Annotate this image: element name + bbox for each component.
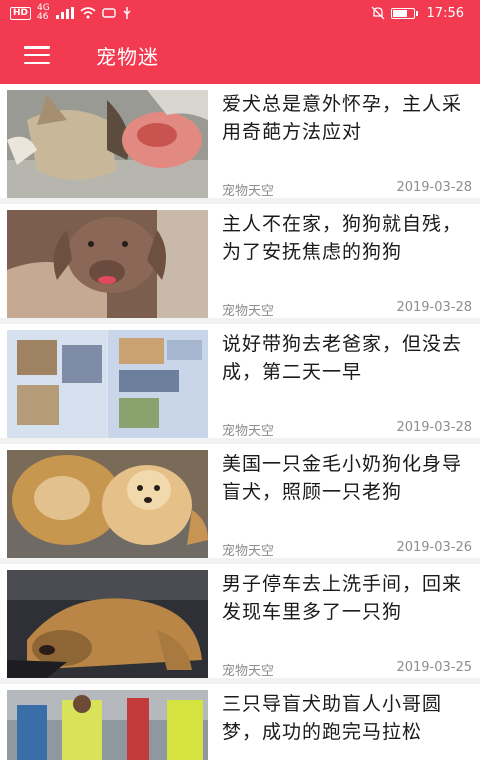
article-card[interactable]: 男子停车去上洗手间，回来发现车里多了一只狗 宠物天空 2019-03-25 (0, 564, 480, 679)
article-source: 宠物天空 (222, 664, 275, 679)
app-title: 宠物迷 (96, 44, 159, 69)
article-title: 爱犬总是意外怀孕，主人采用奇葩方法应对 (222, 93, 463, 143)
battery-fill (392, 9, 408, 17)
article-date: 2019-03-28 (396, 300, 472, 315)
article-date: 2019-03-26 (396, 540, 472, 555)
sync-icon (102, 8, 116, 18)
battery-icon (390, 7, 418, 19)
article-list[interactable]: 爱犬总是意外怀孕，主人采用奇葩方法应对 宠物天空 2019-03-28 主人不在… (0, 84, 480, 760)
hd-badge: HD (10, 6, 32, 20)
article-card[interactable]: 三只导盲犬助盲人小哥圆梦，成功的跑完马拉松 (0, 684, 480, 760)
article-title: 说好带狗去老爸家，但没去成，第二天一早 (222, 333, 463, 383)
wifi-icon (80, 7, 96, 19)
usb-icon (123, 7, 131, 19)
network-type: 4G 46 (37, 4, 50, 22)
article-source: 宠物天空 (222, 424, 275, 439)
article-card[interactable]: 说好带狗去老爸家，但没去成，第二天一早 宠物天空 2019-03-28 (0, 324, 480, 439)
article-date: 2019-03-25 (396, 660, 472, 675)
article-thumbnail (7, 690, 208, 760)
article-title: 三只导盲犬助盲人小哥圆梦，成功的跑完马拉松 (222, 693, 443, 743)
status-bar: HD 4G 46 17:56 (0, 0, 480, 26)
article-thumbnail (7, 450, 208, 558)
article-date: 2019-03-28 (396, 420, 472, 435)
article-title: 男子停车去上洗手间，回来发现车里多了一只狗 (222, 573, 463, 623)
article-card[interactable]: 爱犬总是意外怀孕，主人采用奇葩方法应对 宠物天空 2019-03-28 (0, 84, 480, 199)
article-source: 宠物天空 (222, 544, 275, 559)
article-title: 美国一只金毛小奶狗化身导盲犬，照顾一只老狗 (222, 453, 463, 503)
app-bar: 宠物迷 (0, 26, 480, 84)
article-thumbnail (7, 90, 208, 198)
article-thumbnail (7, 210, 208, 318)
signal-icon (55, 7, 74, 19)
hamburger-menu-icon[interactable] (24, 46, 50, 64)
article-card[interactable]: 美国一只金毛小奶狗化身导盲犬，照顾一只老狗 宠物天空 2019-03-26 (0, 444, 480, 559)
article-thumbnail (7, 570, 208, 678)
article-thumbnail (7, 330, 208, 438)
mute-icon (371, 6, 384, 20)
article-source: 宠物天空 (222, 304, 275, 319)
network-type-bottom: 46 (37, 12, 49, 22)
article-title: 主人不在家，狗狗就自残，为了安抚焦虑的狗狗 (222, 213, 463, 263)
article-card[interactable]: 主人不在家，狗狗就自残，为了安抚焦虑的狗狗 宠物天空 2019-03-28 (0, 204, 480, 319)
article-date: 2019-03-28 (396, 180, 472, 195)
clock: 17:56 (426, 5, 464, 21)
article-source: 宠物天空 (222, 184, 275, 199)
